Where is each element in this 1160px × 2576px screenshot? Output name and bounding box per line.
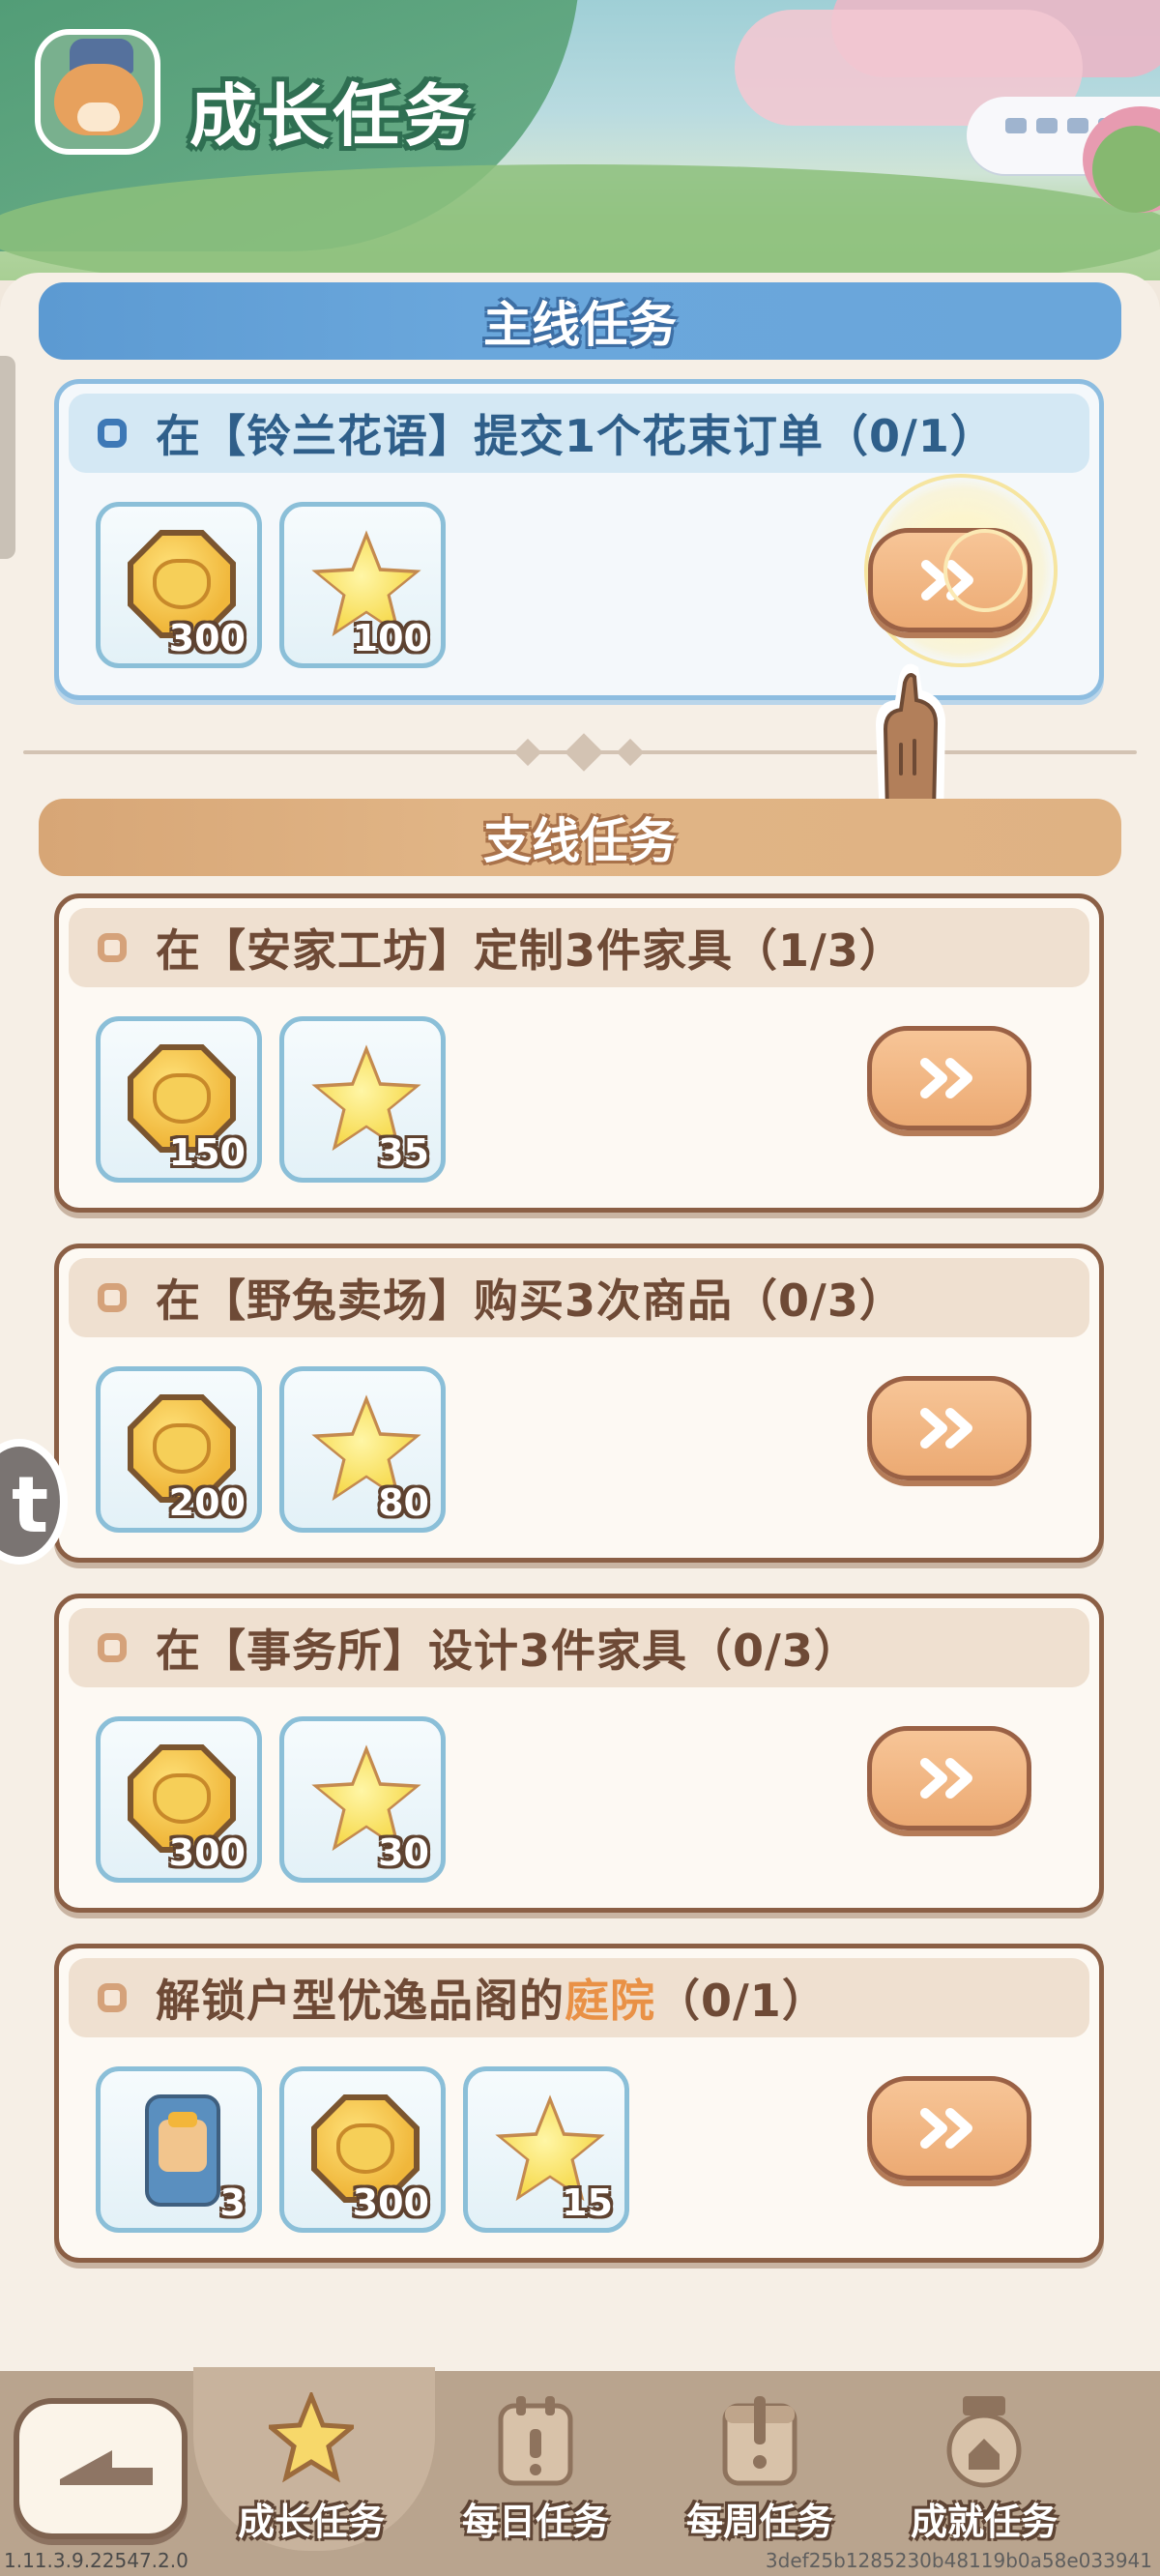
reward-count: 35 — [378, 1131, 429, 1174]
task-title-bar: 在【铃兰花语】提交1个花束订单（0/1） — [69, 394, 1089, 473]
task-bullet-icon — [98, 1983, 127, 2012]
side-task-card: 解锁户型优逸品阁的庭院（0/1） 3 300 15 — [54, 1944, 1104, 2263]
task-bullet-icon — [98, 1283, 127, 1312]
tab-label: 每日任务 — [461, 2501, 609, 2543]
reward-count: 100 — [352, 617, 429, 659]
main-quest-header: 主线任务 — [39, 282, 1121, 360]
double-chevron-icon — [920, 1408, 972, 1449]
go-button[interactable] — [867, 1376, 1031, 1480]
shiba-avatar-icon — [35, 29, 160, 155]
reward-count: 3 — [219, 2181, 246, 2224]
go-button[interactable] — [867, 1726, 1031, 1830]
reward-count: 30 — [378, 1831, 429, 1874]
side-task-card: 在【安家工坊】定制3件家具（1/3） 150 35 — [54, 893, 1104, 1213]
tab-label: 成就任务 — [910, 2501, 1058, 2543]
double-chevron-icon — [920, 1058, 972, 1098]
reward-slot[interactable]: 150 — [96, 1016, 262, 1183]
side-drawer-handle[interactable] — [0, 356, 15, 559]
tab-growth-tasks[interactable]: 成长任务 — [215, 2381, 408, 2574]
tab-label: 成长任务 — [237, 2501, 385, 2543]
side-task-card: 在【事务所】设计3件家具（0/3） 300 30 — [54, 1594, 1104, 1913]
task-title-bar: 解锁户型优逸品阁的庭院（0/1） — [69, 1958, 1089, 2037]
task-bullet-icon — [98, 933, 127, 962]
reward-slot[interactable]: 80 — [279, 1366, 446, 1533]
reward-slot[interactable]: 100 — [279, 502, 446, 668]
tap-ring — [943, 529, 1027, 612]
side-quest-header: 支线任务 — [39, 799, 1121, 876]
task-title-bar: 在【安家工坊】定制3件家具（1/3） — [69, 908, 1089, 987]
assistant-icon: t — [12, 1460, 49, 1550]
double-chevron-icon — [920, 1758, 972, 1799]
go-button[interactable] — [867, 2076, 1031, 2181]
header-meadow — [0, 164, 1160, 280]
achievement-medal-icon — [946, 2396, 1022, 2488]
reward-slot[interactable]: 35 — [279, 1016, 446, 1183]
task-title-part: （0/1） — [655, 1975, 827, 2027]
reward-count: 15 — [562, 2181, 613, 2224]
tab-achievement-tasks[interactable]: 成就任务 — [887, 2381, 1081, 2574]
reward-slot[interactable]: 30 — [279, 1716, 446, 1883]
header-banner: 成长任务 — [0, 0, 1160, 280]
reward-slot[interactable]: 300 — [279, 2066, 446, 2233]
pointing-paw-icon — [876, 663, 945, 822]
weekly-calendar-icon — [722, 2396, 798, 2486]
pass-icon — [145, 2094, 220, 2207]
tab-daily-tasks[interactable]: 每日任务 — [439, 2381, 632, 2574]
reward-slot[interactable]: 15 — [463, 2066, 629, 2233]
reward-slot[interactable]: 300 — [96, 1716, 262, 1883]
go-button[interactable] — [867, 1026, 1031, 1130]
task-title-highlight: 庭院 — [565, 1975, 655, 2027]
task-title: 在【铃兰花语】提交1个花束订单（0/1） — [156, 410, 996, 462]
reward-count: 300 — [168, 1831, 246, 1874]
task-bullet-icon — [98, 1633, 127, 1662]
tab-label: 每周任务 — [685, 2501, 833, 2543]
reward-slot[interactable]: 300 — [96, 502, 262, 668]
reward-slot[interactable]: 3 — [96, 2066, 262, 2233]
task-title: 在【安家工坊】定制3件家具（1/3） — [156, 924, 905, 977]
back-arrow-icon — [60, 2450, 153, 2485]
task-title: 解锁户型优逸品阁的庭院（0/1） — [156, 1966, 827, 2030]
task-title: 在【野兔卖场】购买3次商品（0/3） — [156, 1274, 905, 1327]
reward-count: 300 — [168, 617, 246, 659]
reward-count: 80 — [378, 1481, 429, 1524]
side-task-card: 在【野兔卖场】购买3次商品（0/3） 200 80 — [54, 1244, 1104, 1563]
daily-calendar-icon — [498, 2396, 573, 2486]
tab-weekly-tasks[interactable]: 每周任务 — [663, 2381, 856, 2574]
task-title-part: 解锁户型优逸品阁的 — [156, 1975, 565, 2027]
version-label: 1.11.3.9.22547.2.0 — [4, 2549, 188, 2572]
task-bullet-icon — [98, 419, 127, 448]
star-tab-icon — [269, 2392, 354, 2483]
task-title-bar: 在【野兔卖场】购买3次商品（0/3） — [69, 1258, 1089, 1337]
reward-count: 300 — [352, 2181, 429, 2224]
back-button[interactable] — [14, 2398, 188, 2539]
task-title-bar: 在【事务所】设计3件家具（0/3） — [69, 1608, 1089, 1687]
double-chevron-icon — [920, 2108, 972, 2149]
reward-count: 150 — [168, 1131, 246, 1174]
page-title: 成长任务 — [189, 76, 476, 156]
task-title: 在【事务所】设计3件家具（0/3） — [156, 1625, 859, 1677]
reward-count: 200 — [168, 1481, 246, 1524]
reward-slot[interactable]: 200 — [96, 1366, 262, 1533]
build-hash-label: 3def25b1285230b48119b0a58e033941 — [765, 2549, 1152, 2572]
